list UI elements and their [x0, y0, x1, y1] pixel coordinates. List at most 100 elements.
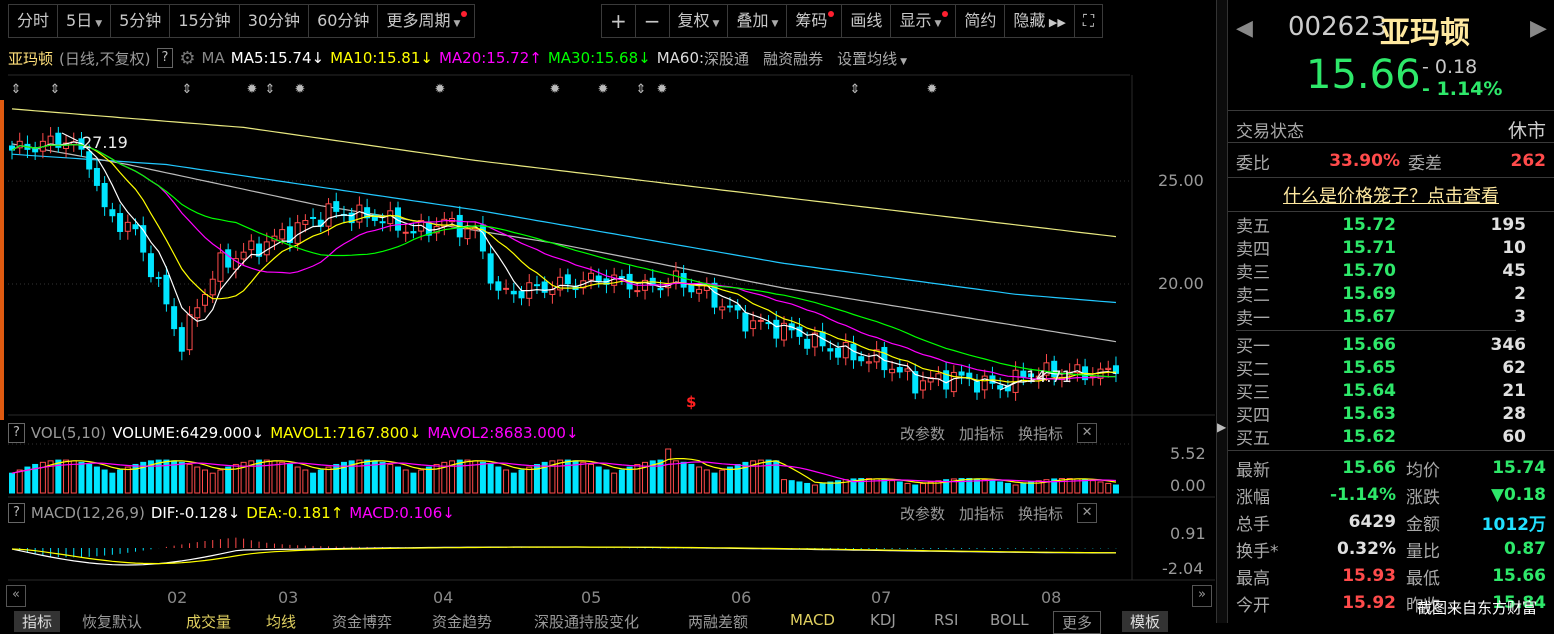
- volume-bar-down: [1020, 483, 1027, 494]
- divider: [1236, 330, 1516, 331]
- volume-bar-down: [510, 472, 517, 494]
- bids-row[interactable]: 买四 15.63 28: [1236, 402, 1546, 427]
- macd-close-icon[interactable]: ✕: [1077, 503, 1098, 523]
- tab-macd[interactable]: MACD: [790, 611, 835, 629]
- stat-value: 0.87: [1504, 539, 1546, 559]
- stat-label: 最高: [1236, 568, 1270, 589]
- bids-row[interactable]: 买五 15.62 60: [1236, 425, 1546, 450]
- candle-down: [495, 281, 502, 291]
- panel-divider[interactable]: [1216, 0, 1228, 623]
- bids-row[interactable]: 买二 15.65 62: [1236, 356, 1546, 381]
- order-ratio-label: 委比: [1236, 153, 1270, 174]
- order-ratio-row: 委比 33.90% 委差 262: [1236, 149, 1546, 174]
- kline-chart[interactable]: ⇕ ⇕ ⇕ ✹ ⇕ ✹ ✹ ✹ ✹ ⇕ ✹ ⇕ ✹: [0, 0, 1218, 623]
- tab-rsi[interactable]: RSI: [934, 611, 958, 629]
- bids-volume: 60: [1502, 426, 1526, 447]
- asks-row[interactable]: 卖二 15.69 2: [1236, 282, 1546, 307]
- candle-down: [618, 276, 625, 279]
- macd-axis-min: -2.04: [1162, 559, 1204, 578]
- bids-row[interactable]: 买一 15.66 346: [1236, 333, 1546, 358]
- next-stock-icon[interactable]: ▶: [1530, 16, 1547, 41]
- tab-margin-diff[interactable]: 两融差额: [688, 611, 748, 632]
- candle-down: [117, 213, 124, 232]
- volume-bar-up: [919, 483, 926, 494]
- tab-reset[interactable]: 恢复默认: [82, 611, 142, 632]
- asks-row[interactable]: 卖四 15.71 10: [1236, 236, 1546, 261]
- tab-sgt-holding[interactable]: 深股通持股变化: [534, 611, 639, 632]
- tab-ma[interactable]: 均线: [266, 611, 296, 632]
- tab-template[interactable]: 模板: [1122, 611, 1169, 632]
- stat-row: 换手* 0.32% 量比 0.87: [1236, 537, 1546, 562]
- volume-bar-down: [155, 459, 162, 494]
- tab-indicator[interactable]: 指标: [14, 611, 61, 632]
- vol-help-button[interactable]: ?: [8, 423, 25, 443]
- candle-up: [950, 371, 957, 393]
- stat-row: 最高 15.93 最低 15.66: [1236, 564, 1546, 589]
- divider: [1228, 142, 1554, 143]
- volume-bar-up: [209, 472, 216, 494]
- candle-down: [310, 216, 317, 219]
- asks-price: 15.70: [1342, 260, 1396, 281]
- asks-row[interactable]: 卖五 15.72 195: [1236, 213, 1546, 238]
- prev-stock-icon[interactable]: ◀: [1236, 16, 1253, 41]
- bids-level: 买二: [1236, 360, 1270, 380]
- tab-kdj[interactable]: KDJ: [870, 611, 896, 629]
- ma120-line: [11, 153, 1117, 304]
- macd-add-indicator-button[interactable]: 加指标: [959, 503, 1004, 524]
- candle-up: [634, 290, 641, 293]
- tab-fund-trend[interactable]: 资金趋势: [432, 611, 492, 632]
- stat-value: 15.93: [1342, 566, 1396, 586]
- vol-switch-indicator-button[interactable]: 换指标: [1018, 423, 1063, 444]
- volume-bar-down: [256, 459, 263, 494]
- scroll-right-icon[interactable]: »: [1192, 585, 1212, 607]
- scroll-left-icon[interactable]: «: [6, 585, 26, 607]
- month-label: 04: [433, 588, 454, 607]
- signal-marker[interactable]: $: [686, 393, 696, 411]
- mavol1-text: MAVOL1:7167.800: [270, 424, 409, 442]
- asks-level: 卖三: [1236, 263, 1270, 283]
- volume-bar-up: [757, 459, 764, 494]
- candle-up: [402, 231, 409, 234]
- trade-status-row: 交易状态 休市: [1236, 117, 1546, 142]
- candle-down: [896, 367, 903, 373]
- candle-up: [503, 287, 510, 290]
- asks-row[interactable]: 卖一 15.67 3: [1236, 305, 1546, 330]
- bids-row[interactable]: 买三 15.64 21: [1236, 379, 1546, 404]
- asks-volume: 195: [1490, 214, 1527, 235]
- vol-add-indicator-button[interactable]: 加指标: [959, 423, 1004, 444]
- mavol2-value: MAVOL2:8683.000↓: [427, 424, 579, 442]
- volume-bar-down: [881, 479, 888, 494]
- stat-label: 涨跌: [1406, 487, 1440, 508]
- vol-close-icon[interactable]: ✕: [1077, 423, 1098, 443]
- volume-bar-down: [117, 469, 124, 494]
- tab-fund-game[interactable]: 资金博弈: [332, 611, 392, 632]
- candle-down: [510, 290, 517, 295]
- price-axis-20: 20.00: [1158, 274, 1204, 293]
- month-label: 03: [278, 588, 299, 607]
- macd-edit-params-button[interactable]: 改参数: [900, 503, 945, 524]
- candle-up: [325, 203, 332, 227]
- tab-boll[interactable]: BOLL: [990, 611, 1029, 629]
- tab-volume[interactable]: 成交量: [186, 611, 231, 632]
- price-cage-link[interactable]: 什么是价格笼子？点击查看: [1283, 182, 1499, 208]
- stat-value: ▼0.18: [1490, 485, 1546, 505]
- ma250-line: [11, 108, 1117, 238]
- volume-bar-down: [595, 466, 602, 494]
- candle-up: [217, 252, 224, 282]
- asks-row[interactable]: 卖三 15.70 45: [1236, 259, 1546, 284]
- volume-bar-up: [356, 459, 363, 494]
- stat-label: 最新: [1236, 460, 1270, 481]
- divider: [1228, 110, 1554, 111]
- collapse-panel-icon[interactable]: ▶: [1217, 420, 1226, 434]
- volume-bar-up: [588, 463, 594, 494]
- macd-help-button[interactable]: ?: [8, 503, 25, 523]
- stat-label: 最低: [1406, 568, 1440, 589]
- macd-switch-indicator-button[interactable]: 换指标: [1018, 503, 1063, 524]
- candle-up: [1105, 367, 1112, 370]
- price-cage-link-row: 什么是价格笼子？点击查看: [1236, 183, 1546, 207]
- volume-bar-down: [286, 463, 293, 494]
- stat-value: 15.66: [1492, 566, 1546, 586]
- candle-down: [726, 305, 733, 308]
- bids-price: 15.66: [1342, 334, 1396, 355]
- vol-edit-params-button[interactable]: 改参数: [900, 423, 945, 444]
